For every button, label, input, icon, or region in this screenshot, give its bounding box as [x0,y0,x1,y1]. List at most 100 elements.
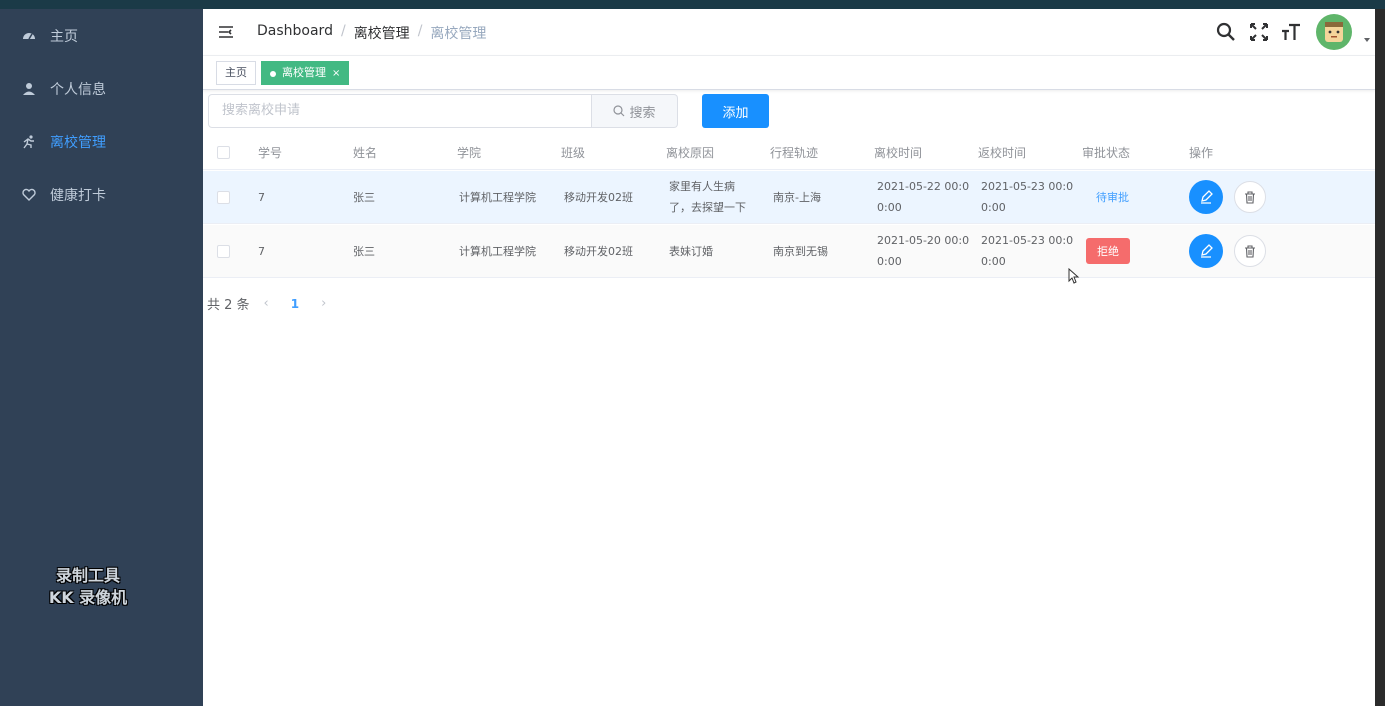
cell-text: 家里有人生病 [669,180,735,193]
font-size-icon[interactable] [1281,22,1301,42]
cell-class: 移动开发02班 [564,245,633,258]
cell-leave-time: 2021-05-20 00:0 0:00 [877,230,969,272]
column-header: 学院 [457,146,482,160]
cell-text: 2021-05-23 00:0 [981,180,1074,193]
cell-leave-time: 2021-05-22 00:0 0:00 [877,176,969,218]
search-button-label: 搜索 [629,105,656,121]
cell-text: 0:00 [981,201,1006,214]
select-all-checkbox[interactable] [217,146,230,159]
close-icon[interactable]: × [332,68,340,79]
sidebar-item-label: 离校管理 [50,134,106,151]
add-button[interactable]: 添加 [702,94,769,128]
row-checkbox[interactable] [217,191,230,204]
column-header: 审批状态 [1082,146,1131,160]
heart-icon [22,188,36,202]
column-header: 离校原因 [666,146,715,160]
tag-home[interactable]: 主页 [216,61,256,85]
dashboard-icon [22,29,36,43]
column-header: 学号 [258,146,283,160]
cell-reason: 家里有人生病 了，去探望一下 [669,176,746,218]
cell-class: 移动开发02班 [564,191,633,204]
cell-route: 南京到无锡 [773,245,828,258]
breadcrumb: Dashboard / 离校管理 / 离校管理 [257,23,486,43]
column-header: 操作 [1189,146,1214,160]
search-icon[interactable] [1216,22,1236,42]
prev-page-button[interactable]: ‹ [264,296,269,311]
cell-text: 了，去探望一下 [669,201,746,214]
sidebar-item-profile[interactable]: 个人信息 [0,62,203,115]
tag-label: 离校管理 [282,66,326,79]
running-icon [22,134,36,149]
avatar[interactable] [1316,14,1352,50]
window-edge [1375,9,1385,706]
pagination-total: 共 2 条 [207,298,250,313]
breadcrumb-separator: / [417,23,423,39]
sidebar-item-health-checkin[interactable]: 健康打卡 [0,168,203,221]
sidebar: 主页 个人信息 离校管理 健康打卡 录制工具 KK 录像机 [0,9,203,706]
column-header: 返校时间 [978,146,1027,160]
next-page-button[interactable]: › [321,296,326,311]
hamburger-icon[interactable] [218,24,234,40]
pagination: 共 2 条 ‹ 1 › [207,294,340,313]
cell-reason: 表妹订婚 [669,245,713,258]
cell-text: 2021-05-22 00:0 [877,180,970,193]
mouse-cursor-icon [1068,268,1080,284]
breadcrumb-item[interactable]: Dashboard [257,23,333,43]
cell-id: 7 [258,191,265,204]
trash-icon [1245,190,1255,204]
trash-icon [1245,244,1255,258]
breadcrumb-item-current: 离校管理 [430,26,487,42]
column-header: 姓名 [353,146,378,160]
navbar: Dashboard / 离校管理 / 离校管理 [203,9,1375,56]
page-number[interactable]: 1 [291,297,299,311]
cell-text: 0:00 [877,255,902,268]
table-header: 学号 姓名 学院 班级 离校原因 行程轨迹 离校时间 返校时间 审批状态 操作 [203,136,1375,170]
watermark-line: 录制工具 [55,566,120,585]
user-icon [22,82,36,96]
watermark-line: KK 录像机 [48,588,128,607]
sidebar-item-home[interactable]: 主页 [0,9,203,62]
edit-icon [1201,190,1213,204]
table-row[interactable]: 7 张三 计算机工程学院 移动开发02班 表妹订婚 南京到无锡 2021-05-… [203,225,1375,278]
recorder-watermark: 录制工具 KK 录像机 [0,565,176,609]
caret-down-icon[interactable] [1364,38,1370,42]
edit-button[interactable] [1189,234,1223,268]
cell-text: 2021-05-23 00:0 [981,234,1074,247]
edit-icon [1201,244,1213,258]
cell-text: 2021-05-20 00:0 [877,234,970,247]
tag-label: 主页 [225,66,247,79]
search-button[interactable]: 搜索 [592,94,678,128]
cell-name: 张三 [353,245,375,258]
sidebar-item-leave-management[interactable]: 离校管理 [0,115,203,168]
fullscreen-icon[interactable] [1249,22,1269,42]
cell-text: 0:00 [877,201,902,214]
main-content: Dashboard / 离校管理 / 离校管理 主页 离校管理 × 搜索离校申请 … [203,9,1375,706]
sidebar-item-label: 健康打卡 [50,187,106,204]
cell-route: 南京-上海 [773,191,821,204]
search-icon [613,105,625,117]
tag-leave-management[interactable]: 离校管理 × [261,61,350,85]
search-input[interactable]: 搜索离校申请 [208,94,592,128]
cell-college: 计算机工程学院 [459,191,536,204]
breadcrumb-separator: / [340,23,346,39]
table-row[interactable]: 7 张三 计算机工程学院 移动开发02班 家里有人生病 了，去探望一下 南京-上… [203,171,1375,224]
delete-button[interactable] [1234,181,1266,213]
column-header: 班级 [561,146,586,160]
column-header: 离校时间 [874,146,923,160]
cell-return-time: 2021-05-23 00:0 0:00 [981,176,1073,218]
cell-text: 0:00 [981,255,1006,268]
window-top-strip [0,0,1385,9]
breadcrumb-item[interactable]: 离校管理 [354,23,410,43]
cell-id: 7 [258,245,265,258]
cell-college: 计算机工程学院 [459,245,536,258]
edit-button[interactable] [1189,180,1223,214]
status-badge: 待审批 [1096,191,1129,204]
sidebar-item-label: 个人信息 [50,81,106,98]
column-header: 行程轨迹 [770,146,819,160]
delete-button[interactable] [1234,235,1266,267]
row-checkbox[interactable] [217,245,230,258]
cell-return-time: 2021-05-23 00:0 0:00 [981,230,1073,272]
status-badge: 拒绝 [1086,238,1130,264]
tags-view: 主页 离校管理 × [203,56,1375,90]
sidebar-item-label: 主页 [50,28,78,45]
